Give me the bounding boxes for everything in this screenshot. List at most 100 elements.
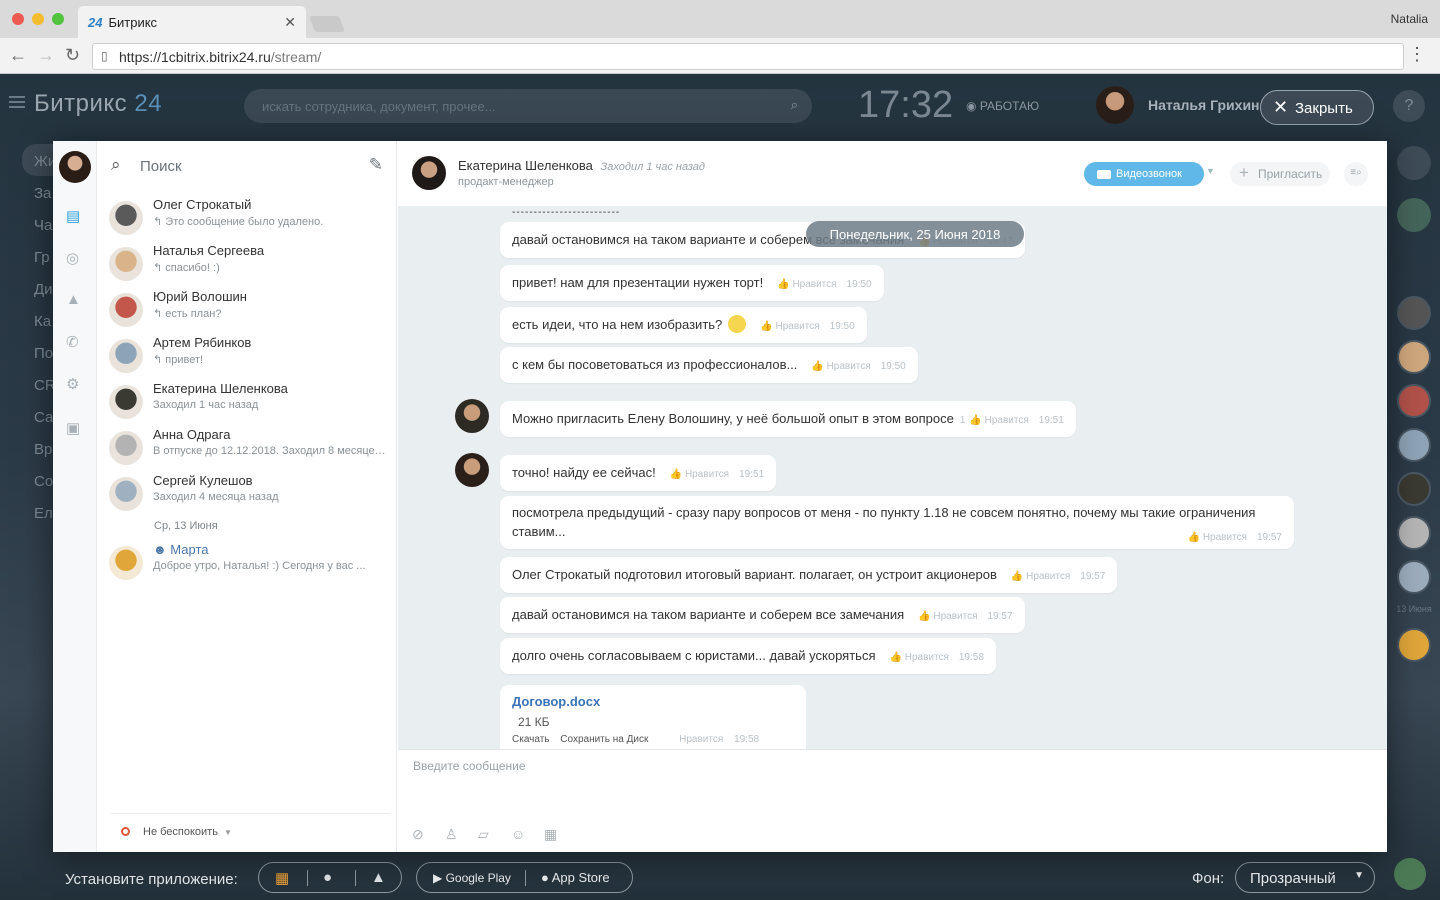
address-bar[interactable]: ▯ https://1cbitrix.bitrix24.ru/stream/	[92, 43, 1404, 70]
like-button[interactable]: 👍 Нравится	[918, 611, 977, 622]
message-avatar[interactable]	[455, 399, 489, 433]
help-button[interactable]: ?	[1393, 90, 1425, 122]
phone-button[interactable]	[1394, 858, 1426, 890]
strip-avatar[interactable]	[1397, 340, 1431, 374]
openlines-icon[interactable]: ◎	[66, 249, 79, 267]
contact-item[interactable]: Наталья Сергеева ↰ спасибо! :)	[109, 243, 389, 287]
tab-close-icon[interactable]: ✕	[284, 14, 296, 31]
contact-item[interactable]: Олег Строкатый ↰ Это сообщение было удале…	[109, 197, 389, 241]
left-menu-item[interactable]: Ди	[22, 272, 54, 304]
attach-icon[interactable]: ⊘	[412, 826, 445, 843]
left-menu-item[interactable]: По	[22, 336, 54, 368]
windows-icon[interactable]: ▦	[275, 869, 289, 887]
contact-item[interactable]: Юрий Волошин ↰ есть план?	[109, 289, 389, 333]
download-link[interactable]: Скачать	[512, 734, 550, 745]
phone-icon[interactable]: ✆	[66, 333, 79, 351]
work-status[interactable]: ◉ РАБОТАЮ	[966, 99, 1039, 113]
browser-user[interactable]: Natalia	[1391, 12, 1428, 26]
strip-avatar[interactable]	[1397, 628, 1431, 662]
chat-search-button[interactable]: ≡⌕	[1344, 162, 1368, 186]
reload-icon[interactable]: ↻	[65, 45, 80, 66]
left-menu-item[interactable]: CR	[22, 368, 56, 400]
strip-avatar[interactable]	[1397, 560, 1431, 594]
browser-menu-icon[interactable]: ⋮	[1408, 44, 1426, 65]
do-not-disturb[interactable]: Не беспокоить ▼	[111, 813, 391, 838]
google-play-link[interactable]: ▶ Google Play	[433, 871, 511, 885]
minimize-window-icon[interactable]	[32, 13, 44, 25]
app-store-label: App Store	[551, 870, 610, 885]
bell-icon[interactable]: ▲	[66, 291, 81, 308]
contact-item[interactable]: Екатерина Шеленкова Заходил 1 час назад	[109, 381, 389, 425]
linux-icon[interactable]: ▲	[371, 869, 386, 886]
close-window-icon[interactable]	[12, 13, 24, 25]
background-select[interactable]: Прозрачный ▼	[1235, 862, 1375, 893]
left-menu-item[interactable]: Са	[22, 400, 54, 432]
notes-icon[interactable]: ▣	[66, 419, 80, 437]
chevron-down-icon[interactable]: ▼	[1206, 166, 1220, 176]
contact-item-bot[interactable]: ☻ Марта Доброе утро, Наталья! :) Сегодня…	[109, 542, 389, 586]
message-input-area[interactable]: Введите сообщение ⊘ ♙ ▱ ☺ ▦	[398, 749, 1387, 852]
install-app-label: Установите приложение:	[65, 871, 238, 888]
my-avatar[interactable]	[59, 151, 91, 183]
like-button[interactable]: 👍 Нравится	[811, 361, 870, 372]
forward-icon[interactable]: →	[37, 45, 55, 66]
left-menu-item[interactable]: Вр	[22, 432, 54, 464]
left-menu-item[interactable]: Жи	[22, 144, 56, 176]
strip-avatar[interactable]	[1397, 428, 1431, 462]
app-store-link[interactable]: ● App Store	[541, 870, 610, 885]
smile-icon[interactable]: ☺	[511, 826, 544, 842]
chat-title[interactable]: Екатерина Шеленкова Заходил 1 час назад	[458, 158, 705, 173]
left-menu-item[interactable]: За	[22, 176, 54, 208]
like-button[interactable]: 👍 Нравится	[890, 652, 949, 663]
maximize-window-icon[interactable]	[52, 13, 64, 25]
strip-avatar[interactable]	[1397, 472, 1431, 506]
contact-item[interactable]: Артем Рябинков ↰ привет!	[109, 335, 389, 379]
file-name[interactable]: Договор.docx	[512, 694, 794, 709]
portal-logo[interactable]: Битрикс 24	[34, 90, 162, 118]
portal-user-name[interactable]: Наталья Грихина	[1148, 97, 1267, 113]
strip-avatar[interactable]	[1397, 384, 1431, 418]
user-icon[interactable]: ♙	[445, 826, 478, 843]
left-menu-item[interactable]: Ча	[22, 208, 54, 240]
mobile-apps-button[interactable]: ▶ Google Play ● App Store	[416, 862, 633, 893]
chat-avatar[interactable]	[412, 156, 446, 190]
desktop-apps-button[interactable]: ▦ ● ▲	[258, 862, 402, 893]
strip-avatar[interactable]	[1397, 296, 1431, 330]
disk-icon[interactable]: ▦	[544, 826, 577, 843]
left-menu-item[interactable]: Со	[22, 464, 54, 496]
menu-burger-icon[interactable]	[9, 96, 25, 108]
invite-button[interactable]: + Пригласить	[1230, 162, 1330, 186]
chats-icon[interactable]: ▤	[66, 207, 80, 225]
gear-icon[interactable]: ⚙	[66, 375, 79, 393]
notifications-icon[interactable]	[1397, 146, 1431, 180]
browser-tab[interactable]: 24 Битрикс ✕	[78, 6, 306, 38]
portal-search[interactable]: искать сотрудника, документ, прочее... ⌕	[244, 89, 812, 123]
new-chat-icon[interactable]: ✎	[369, 155, 383, 175]
portal-user-avatar[interactable]	[1096, 86, 1134, 124]
strip-avatar[interactable]	[1397, 516, 1431, 550]
like-button[interactable]: 👍 Нравится	[777, 279, 836, 290]
save-to-disk-link[interactable]: Сохранить на Диск	[560, 734, 648, 745]
new-tab-button[interactable]	[309, 16, 345, 32]
contact-item[interactable]: Анна Одрага В отпуске до 12.12.2018. Захо…	[109, 427, 389, 471]
messenger-icon[interactable]	[1397, 198, 1431, 232]
contact-search[interactable]: ⌕ Поиск ✎	[111, 155, 383, 177]
left-menu-item[interactable]: Гр	[22, 240, 54, 272]
contact-item[interactable]: Сергей Кулешов Заходил 4 месяца назад	[109, 473, 389, 517]
left-menu-item[interactable]: Ка	[22, 304, 54, 336]
message-avatar[interactable]	[455, 453, 489, 487]
apple-icon[interactable]: ●	[323, 869, 332, 886]
video-call-button[interactable]: Видеозвонок ▼	[1084, 162, 1215, 186]
like-button[interactable]: 👍 Нравится	[1188, 532, 1247, 543]
like-button[interactable]: Нравится	[679, 734, 723, 745]
like-button[interactable]: 👍 Нравится	[760, 321, 819, 332]
like-button[interactable]: 👍 Нравится	[969, 415, 1028, 426]
like-button[interactable]: 👍 Нравится	[670, 469, 729, 480]
message-text: точно! найду ее сейчас!	[512, 465, 656, 480]
left-menu-item[interactable]: Ел	[22, 496, 54, 528]
close-button[interactable]: ✕ Закрыть	[1260, 90, 1374, 125]
like-button[interactable]: 👍 Нравится	[1011, 571, 1070, 582]
command-icon[interactable]: ▱	[478, 826, 511, 843]
back-icon[interactable]: ←	[9, 45, 27, 66]
strip-search-icon[interactable]	[1397, 244, 1431, 278]
